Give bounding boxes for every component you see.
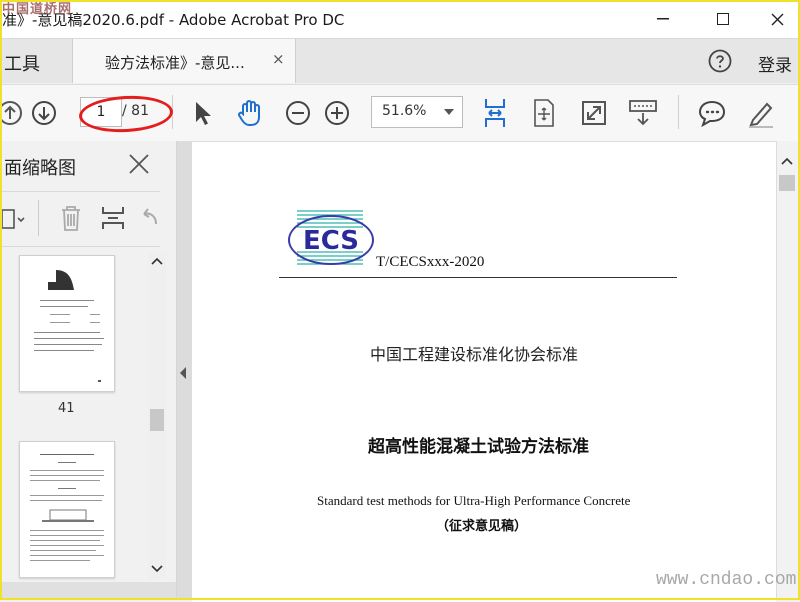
- trash-icon[interactable]: [58, 204, 84, 232]
- scroll-thumb[interactable]: [779, 175, 795, 191]
- highlight-button[interactable]: [744, 97, 776, 129]
- minimize-button[interactable]: [640, 0, 686, 38]
- ecs-logo: ECS: [288, 210, 374, 265]
- logo-text: ECS: [303, 226, 359, 256]
- maximize-button[interactable]: [700, 0, 746, 38]
- keyboard-download-icon: [629, 100, 657, 126]
- close-panel-icon[interactable]: [128, 153, 150, 175]
- thumbnail-scrollbar[interactable]: [148, 253, 166, 579]
- minimize-icon: [657, 18, 669, 20]
- zoom-level-select[interactable]: 51.6%: [371, 96, 463, 128]
- rotate-icon[interactable]: [140, 204, 160, 232]
- thumbnail-page-42[interactable]: [19, 441, 115, 578]
- next-page-button[interactable]: [28, 97, 60, 129]
- arrow-down-icon: [32, 101, 56, 125]
- toolbar-divider: [678, 95, 679, 129]
- watermark-top: 中国道桥网: [2, 2, 73, 17]
- chevron-up-icon[interactable]: [151, 257, 163, 265]
- zoom-level-value: 51.6%: [382, 103, 427, 119]
- chevron-down-icon[interactable]: [151, 565, 163, 573]
- tab-bar: 工具 验方法标准》-意见... ×: [0, 39, 800, 83]
- page-move-icon: [534, 99, 554, 127]
- maximize-icon: [717, 13, 729, 25]
- close-window-button[interactable]: [754, 0, 800, 38]
- arrow-up-icon: [0, 101, 22, 125]
- zoom-out-icon: [286, 101, 310, 125]
- thumbnail-content: [30, 454, 104, 561]
- thumbnail-content: [34, 270, 104, 382]
- zoom-in-icon: [325, 101, 349, 125]
- expand-icon: [582, 101, 606, 125]
- chevron-up-icon[interactable]: [781, 157, 793, 165]
- thumbnail-options-icon[interactable]: [0, 206, 26, 232]
- thumbnail-tools: [0, 191, 160, 247]
- page-thumbnails-panel: 面缩略图 41: [0, 141, 177, 600]
- thumbnail-page-41[interactable]: [19, 255, 115, 392]
- tools-divider: [38, 200, 39, 236]
- panel-title: 面缩略图: [4, 158, 76, 179]
- scroll-thumb[interactable]: [150, 409, 164, 431]
- zoom-out-button[interactable]: [282, 97, 314, 129]
- header-rule: [279, 277, 677, 278]
- comment-icon: [698, 100, 726, 127]
- watermark-bottom: www.cndao.com: [656, 570, 797, 590]
- association-name: 中国工程建设标准化协会标准: [370, 345, 579, 364]
- document-tab-label: 验方法标准》-意见...: [105, 54, 245, 72]
- close-icon: [771, 13, 783, 25]
- help-icon[interactable]: [708, 49, 732, 73]
- hand-tool-button[interactable]: [234, 97, 266, 129]
- insert-page-icon[interactable]: [100, 204, 126, 232]
- chevron-down-icon: [444, 109, 454, 115]
- login-link[interactable]: 登录: [758, 51, 792, 76]
- zoom-in-button[interactable]: [321, 97, 353, 129]
- title-bar: 准》-意见稿2020.6.pdf - Adobe Acrobat Pro DC …: [0, 0, 800, 39]
- read-mode-button[interactable]: [627, 97, 659, 129]
- select-tool-button[interactable]: [186, 97, 218, 129]
- previous-page-button[interactable]: [0, 97, 26, 129]
- comment-button[interactable]: [696, 97, 728, 129]
- document-tab[interactable]: 验方法标准》-意见... ×: [72, 39, 296, 83]
- standard-code: T/CECSxxx-2020: [376, 254, 485, 270]
- pen-icon: [749, 102, 773, 128]
- horizontal-scrollbar[interactable]: [0, 582, 176, 598]
- fit-width-icon: [485, 99, 505, 127]
- close-tab-icon[interactable]: ×: [272, 50, 285, 68]
- thumbnail-page-number: 41: [58, 401, 75, 416]
- document-scrollbar[interactable]: [777, 141, 798, 600]
- draft-note: （征求意见稿）: [436, 519, 528, 534]
- tab-tools[interactable]: 工具: [4, 50, 40, 76]
- document-title-cn: 超高性能混凝土试验方法标准: [368, 437, 589, 457]
- collapse-panel-icon[interactable]: [177, 365, 189, 381]
- document-title-en: Standard test methods for Ultra-High Per…: [317, 493, 631, 508]
- full-screen-button[interactable]: [578, 97, 610, 129]
- cursor-arrow-icon: [196, 102, 211, 125]
- fit-page-button[interactable]: [479, 97, 511, 129]
- hand-icon: [238, 100, 260, 126]
- scroll-mode-button[interactable]: [528, 97, 560, 129]
